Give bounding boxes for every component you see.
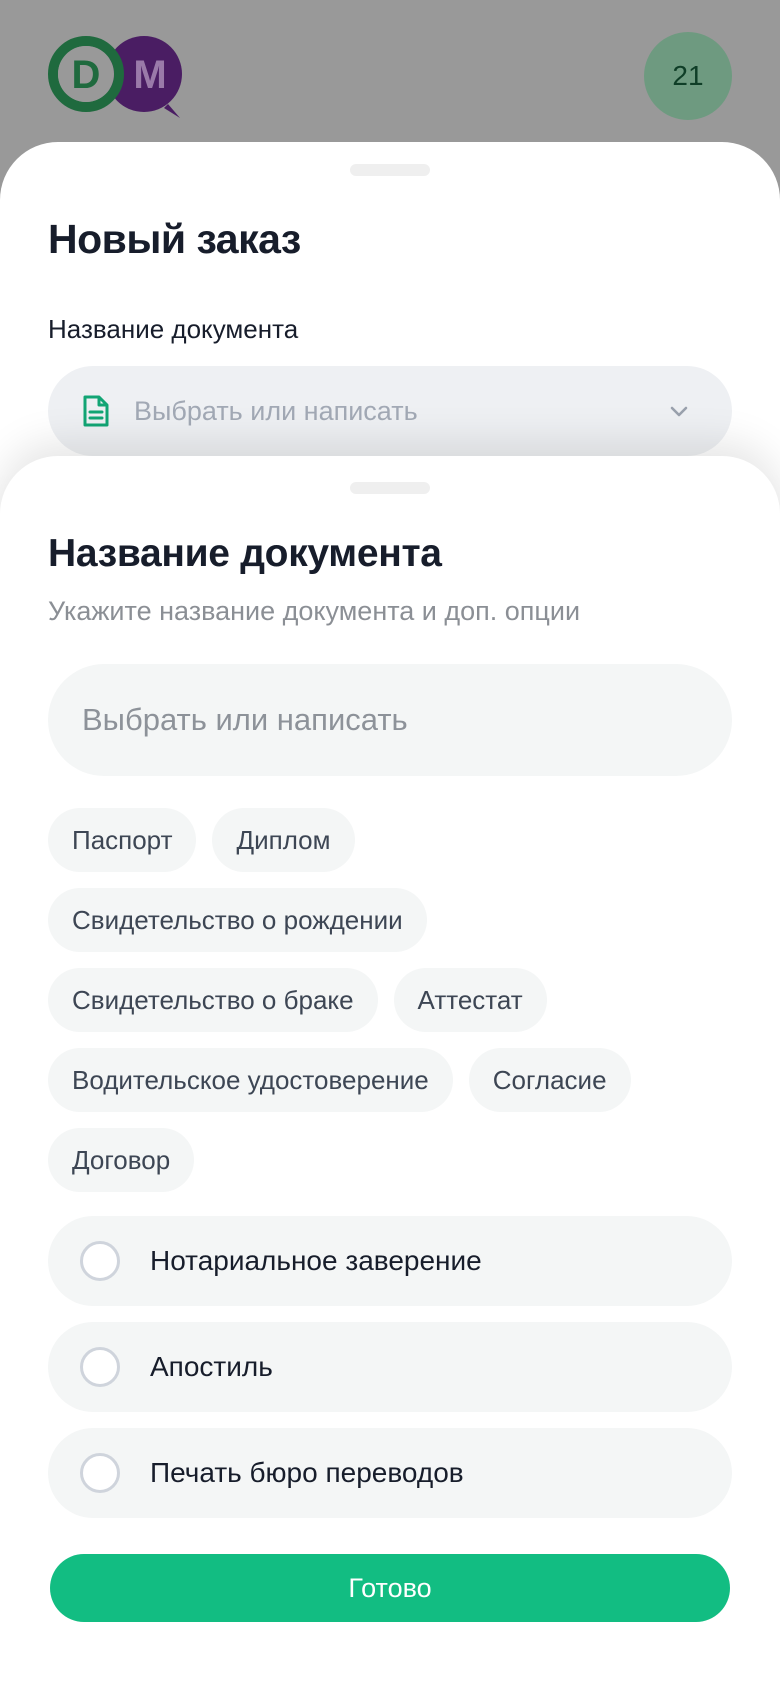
app-header: D M 21: [0, 0, 780, 150]
chip-diploma[interactable]: Диплом: [212, 808, 355, 872]
sheet-title: Название документа: [48, 532, 442, 575]
document-select-placeholder: Выбрать или написать: [134, 395, 418, 426]
screen: D M 21 Новый заказ Название документа Вы…: [0, 0, 780, 1688]
radio-unchecked-icon[interactable]: [80, 1453, 120, 1493]
app-logo[interactable]: D M: [46, 34, 196, 118]
document-name-sheet: Название документа Укажите название доку…: [0, 456, 780, 1688]
option-apostille[interactable]: Апостиль: [48, 1322, 732, 1412]
option-translation-bureau-stamp[interactable]: Печать бюро переводов: [48, 1428, 732, 1518]
chevron-down-icon[interactable]: [666, 398, 692, 424]
option-label: Печать бюро переводов: [150, 1457, 464, 1488]
sheet-handle[interactable]: [350, 164, 430, 176]
svg-text:M: M: [133, 53, 166, 97]
extra-options: Нотариальное заверение Апостиль Печать б…: [48, 1216, 732, 1534]
notification-badge[interactable]: 21: [644, 32, 732, 120]
document-name-input[interactable]: [48, 664, 732, 776]
radio-unchecked-icon[interactable]: [80, 1347, 120, 1387]
document-name-label: Название документа: [48, 314, 299, 344]
sheet-handle[interactable]: [350, 482, 430, 494]
option-notarization[interactable]: Нотариальное заверение: [48, 1216, 732, 1306]
chip-consent[interactable]: Согласие: [468, 1048, 631, 1112]
chip-passport[interactable]: Паспорт: [48, 808, 197, 872]
document-icon: [83, 395, 109, 427]
chip-contract[interactable]: Договор: [48, 1128, 195, 1192]
chip-birth-certificate[interactable]: Свидетельство о рождении: [48, 888, 427, 952]
radio-unchecked-icon[interactable]: [80, 1241, 120, 1281]
done-button[interactable]: Готово: [50, 1554, 730, 1622]
document-suggestions: Паспорт Диплом Свидетельство о рождении …: [48, 808, 738, 1192]
chip-school-certificate[interactable]: Аттестат: [393, 968, 547, 1032]
option-label: Нотариальное заверение: [150, 1245, 482, 1276]
option-label: Апостиль: [150, 1351, 273, 1382]
svg-text:D: D: [72, 53, 101, 97]
chip-marriage-certificate[interactable]: Свидетельство о браке: [48, 968, 378, 1032]
document-name-select[interactable]: Выбрать или написать: [48, 366, 732, 456]
sheet-subtitle: Укажите название документа и доп. опции: [48, 596, 581, 626]
chip-driver-license[interactable]: Водительское удостоверение: [48, 1048, 453, 1112]
new-order-title: Новый заказ: [48, 216, 301, 262]
